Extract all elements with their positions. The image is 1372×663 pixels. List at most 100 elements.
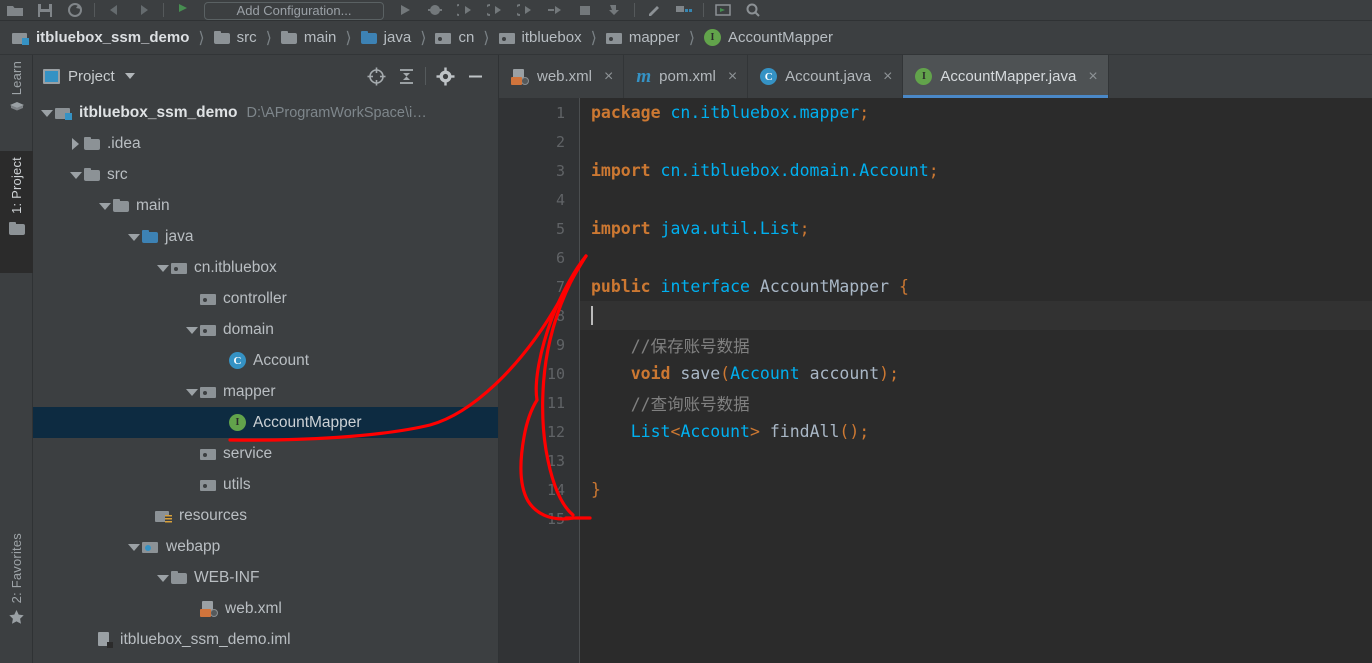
chevron-down-icon[interactable] bbox=[155, 260, 171, 276]
package-icon bbox=[605, 31, 622, 44]
close-icon[interactable]: × bbox=[604, 68, 613, 85]
tab-account-java[interactable]: C Account.java × bbox=[748, 55, 904, 98]
layout-icon[interactable] bbox=[669, 0, 699, 20]
tree-row-itbluebox-ssm-demo[interactable]: itbluebox_ssm_demo D:\AProgramWorkSpace\… bbox=[33, 97, 498, 128]
webapp-icon bbox=[142, 540, 159, 554]
save-all-icon[interactable] bbox=[30, 0, 60, 20]
tree-row-utils[interactable]: utils bbox=[33, 469, 498, 500]
update-icon[interactable] bbox=[600, 0, 630, 20]
close-icon[interactable]: × bbox=[1088, 68, 1097, 85]
code-line-5: import java.util.List; bbox=[580, 214, 1372, 243]
flag-icon[interactable] bbox=[168, 0, 198, 20]
breadcrumb-item-accountmapper[interactable]: I AccountMapper bbox=[702, 21, 835, 54]
tool-button-learn[interactable]: Learn bbox=[0, 55, 33, 151]
tab-accountmapper-java[interactable]: I AccountMapper.java × bbox=[903, 55, 1109, 98]
chevron-down-icon[interactable] bbox=[184, 322, 200, 338]
rerun-icon[interactable] bbox=[510, 0, 540, 20]
chevron-down-icon[interactable] bbox=[97, 198, 113, 214]
stop-icon[interactable] bbox=[570, 0, 600, 20]
tree-row-service[interactable]: service bbox=[33, 438, 498, 469]
run-coverage-icon[interactable] bbox=[450, 0, 480, 20]
chevron-down-icon[interactable] bbox=[155, 570, 171, 586]
code-text-area[interactable]: package cn.itbluebox.mapper; import cn.i… bbox=[580, 98, 1372, 663]
module-icon bbox=[55, 106, 72, 120]
tree-row-webapp[interactable]: webapp bbox=[33, 531, 498, 562]
code-editor[interactable]: 1 2 3 4 5 6 7 8 9 10 11 12 13 14 15 pack… bbox=[499, 98, 1372, 663]
toolbar-divider bbox=[94, 3, 95, 17]
breadcrumb-item-itbluebox[interactable]: itbluebox bbox=[497, 21, 584, 54]
tab-pom-xml[interactable]: m pom.xml × bbox=[624, 55, 749, 98]
chevron-down-icon[interactable] bbox=[184, 384, 200, 400]
code-token: findAll bbox=[759, 422, 840, 441]
close-icon[interactable]: × bbox=[883, 68, 892, 85]
line-number: 8 bbox=[555, 306, 565, 325]
screen-icon[interactable] bbox=[708, 0, 738, 20]
tree-row-mapper[interactable]: mapper bbox=[33, 376, 498, 407]
code-line-3: import cn.itbluebox.domain.Account; bbox=[580, 156, 1372, 185]
chevron-down-icon[interactable] bbox=[126, 229, 142, 245]
tree-label: itbluebox_ssm_demo bbox=[79, 103, 238, 121]
tree-row-src[interactable]: src bbox=[33, 159, 498, 190]
tree-row-iml[interactable]: itbluebox_ssm_demo.iml bbox=[33, 624, 498, 655]
chevron-right-icon[interactable] bbox=[68, 136, 84, 152]
search-icon[interactable] bbox=[738, 0, 768, 20]
tool-label: 2: Favorites bbox=[9, 533, 24, 604]
code-token: void bbox=[630, 364, 681, 383]
debug-icon[interactable] bbox=[420, 0, 450, 20]
tab-label: AccountMapper.java bbox=[940, 68, 1077, 85]
breadcrumb-item-mapper[interactable]: mapper bbox=[604, 21, 682, 54]
tree-row-accountmapper[interactable]: I AccountMapper bbox=[33, 407, 498, 438]
editor-gutter[interactable]: 1 2 3 4 5 6 7 8 9 10 11 12 13 14 15 bbox=[499, 98, 580, 663]
tree-label: resources bbox=[179, 506, 248, 524]
tree-row-web-inf[interactable]: WEB-INF bbox=[33, 562, 498, 593]
tree-row-controller[interactable]: controller bbox=[33, 283, 498, 314]
tree-row-idea[interactable]: .idea bbox=[33, 128, 498, 159]
breadcrumb-item-src[interactable]: src bbox=[212, 21, 259, 54]
tree-label: main bbox=[136, 196, 170, 214]
tree-row-resources[interactable]: resources bbox=[33, 500, 498, 531]
chevron-down-icon[interactable] bbox=[39, 105, 55, 121]
tool-button-project[interactable]: 1: Project bbox=[0, 151, 33, 273]
redo-icon[interactable] bbox=[129, 0, 159, 20]
tab-web-xml[interactable]: web.xml × bbox=[499, 55, 625, 98]
breadcrumb-item-java[interactable]: java bbox=[359, 21, 414, 54]
scroll-from-source-icon[interactable] bbox=[361, 62, 391, 90]
star-icon bbox=[8, 609, 25, 628]
tree-row-domain[interactable]: domain bbox=[33, 314, 498, 345]
run-icon[interactable] bbox=[390, 0, 420, 20]
edit-icon[interactable] bbox=[639, 0, 669, 20]
breadcrumb-item-project[interactable]: itbluebox_ssm_demo bbox=[10, 21, 191, 54]
tree-path: D:\AProgramWorkSpace\i… bbox=[246, 104, 427, 121]
profile-icon[interactable] bbox=[480, 0, 510, 20]
sync-icon[interactable] bbox=[60, 0, 90, 20]
interface-icon: I bbox=[229, 414, 246, 431]
chevron-down-icon[interactable] bbox=[124, 73, 135, 79]
chevron-down-icon[interactable] bbox=[68, 167, 84, 183]
tree-row-cn-itbluebox[interactable]: cn.itbluebox bbox=[33, 252, 498, 283]
tree-row-web-xml[interactable]: web.xml bbox=[33, 593, 498, 624]
collapse-all-icon[interactable] bbox=[391, 62, 421, 90]
tree-row-main[interactable]: main bbox=[33, 190, 498, 221]
close-icon[interactable]: × bbox=[728, 68, 737, 85]
hide-panel-icon[interactable] bbox=[460, 62, 490, 90]
undo-icon[interactable] bbox=[99, 0, 129, 20]
breadcrumb-item-cn[interactable]: cn bbox=[433, 21, 476, 54]
tool-label: 1: Project bbox=[9, 157, 24, 214]
line-number: 12 bbox=[546, 422, 565, 441]
line-number: 9 bbox=[555, 335, 565, 354]
chevron-down-icon[interactable] bbox=[126, 539, 142, 555]
step-icon[interactable] bbox=[540, 0, 570, 20]
tree-row-java[interactable]: java bbox=[33, 221, 498, 252]
run-configuration-selector[interactable]: Add Configuration... bbox=[204, 2, 384, 20]
gear-icon[interactable] bbox=[430, 62, 460, 90]
line-number: 5 bbox=[555, 219, 565, 238]
tree-row-account[interactable]: C Account bbox=[33, 345, 498, 376]
code-token: //保存账号数据 bbox=[591, 336, 750, 356]
breadcrumb-item-main[interactable]: main bbox=[279, 21, 339, 54]
open-folder-icon[interactable] bbox=[0, 0, 30, 20]
breadcrumb-separator: ⟩ bbox=[688, 29, 695, 47]
code-line-8 bbox=[580, 301, 1372, 330]
tool-button-favorites[interactable]: 2: Favorites bbox=[0, 527, 33, 663]
project-tree[interactable]: itbluebox_ssm_demo D:\AProgramWorkSpace\… bbox=[33, 97, 498, 655]
